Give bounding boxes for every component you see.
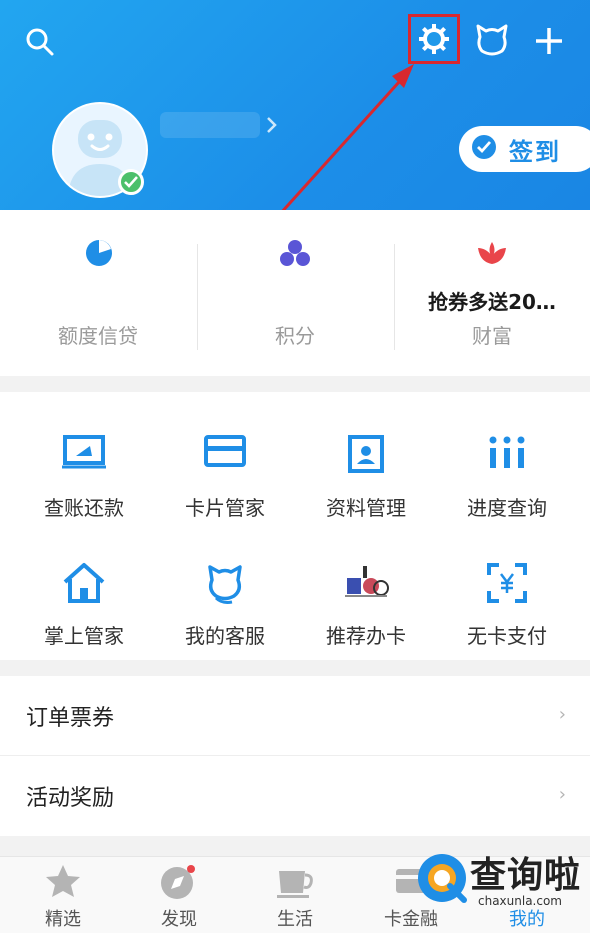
progress-icon	[489, 436, 525, 468]
watermark-text: 查询啦	[470, 855, 582, 896]
stat-credit[interactable]: 额度信贷	[0, 210, 196, 376]
lotus-icon	[478, 242, 506, 264]
tab-featured[interactable]: 精选	[4, 857, 122, 933]
bill-icon	[62, 435, 106, 469]
list-item-orders[interactable]: 订单票券 ›	[0, 676, 590, 756]
stat-label: 财富	[472, 324, 512, 348]
chevron-right-icon: ›	[558, 784, 566, 805]
scan-pay-icon	[487, 563, 527, 603]
recommend-card-icon	[345, 566, 389, 597]
points-dots-icon	[280, 240, 310, 266]
watermark-logo: 查询啦 chaxunla.com	[414, 846, 590, 932]
headset-mascot-icon	[208, 565, 242, 604]
stat-value: 抢券多送20…	[428, 290, 556, 314]
grid-item-card[interactable]: 卡片管家	[155, 412, 295, 520]
pie-chart-icon	[86, 240, 112, 266]
annotation-arrow	[260, 64, 414, 236]
grid-item-service[interactable]: 我的客服	[155, 540, 295, 648]
grid-item-progress[interactable]: 进度查询	[437, 412, 577, 520]
home-icon	[63, 563, 105, 603]
list-item-label: 订单票券	[26, 706, 115, 731]
grid-label: 资料管理	[326, 496, 406, 520]
feature-grid: 查账还款 卡片管家 资料管理 进度查询 掌上管家 我的客服 推荐办卡 无卡支付	[0, 392, 590, 660]
grid-label: 卡片管家	[185, 496, 265, 520]
grid-label: 推荐办卡	[326, 624, 406, 648]
grid-item-scanpay[interactable]: 无卡支付	[437, 540, 577, 648]
tab-label: 生活	[277, 909, 313, 930]
grid-item-home[interactable]: 掌上管家	[14, 540, 154, 648]
grid-label: 查账还款	[44, 496, 124, 520]
chevron-right-icon: ›	[558, 704, 566, 725]
tab-label: 发现	[161, 909, 197, 930]
grid-label: 进度查询	[467, 496, 547, 520]
profile-header: 签到	[0, 0, 590, 236]
cup-icon	[277, 871, 313, 898]
watermark-q-icon	[418, 854, 467, 903]
stat-label: 积分	[275, 324, 315, 348]
list-item-rewards[interactable]: 活动奖励 ›	[0, 756, 590, 836]
grid-item-profile[interactable]: 资料管理	[296, 412, 436, 520]
list-item-label: 活动奖励	[26, 786, 115, 811]
stats-row: 额度信贷 积分 抢券多送20… 财富	[0, 210, 590, 376]
profile-icon	[348, 435, 384, 473]
stat-points[interactable]: 积分	[197, 210, 393, 376]
menu-list: 订单票券 › 活动奖励 ›	[0, 676, 590, 836]
tab-life[interactable]: 生活	[236, 857, 354, 933]
grid-item-recommend[interactable]: 推荐办卡	[296, 540, 436, 648]
grid-item-bill[interactable]: 查账还款	[14, 412, 154, 520]
star-icon	[46, 865, 80, 897]
compass-icon	[161, 865, 195, 899]
card-icon	[204, 435, 246, 467]
stat-wealth[interactable]: 抢券多送20… 财富	[394, 210, 590, 376]
tab-discover[interactable]: 发现	[120, 857, 238, 933]
tab-label: 精选	[45, 909, 81, 930]
watermark-domain: chaxunla.com	[478, 894, 562, 908]
stat-label: 额度信贷	[58, 324, 138, 348]
grid-label: 掌上管家	[44, 624, 124, 648]
grid-label: 无卡支付	[467, 624, 547, 648]
grid-label: 我的客服	[185, 624, 265, 648]
